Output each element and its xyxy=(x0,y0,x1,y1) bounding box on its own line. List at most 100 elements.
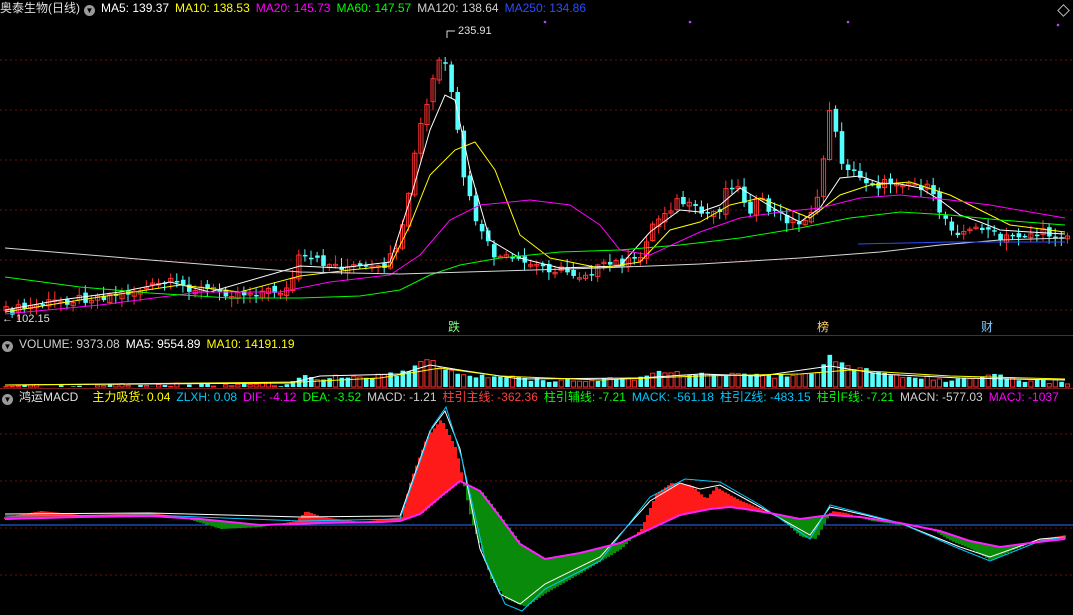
event-dot xyxy=(543,20,547,24)
volume-bar-down xyxy=(138,384,143,387)
volume-bar-up xyxy=(461,374,467,388)
candle-down xyxy=(449,64,454,93)
candle-down xyxy=(1010,234,1016,237)
candle-down xyxy=(839,131,845,164)
macd-fill xyxy=(682,484,685,515)
macd-fill xyxy=(823,515,826,525)
candle-down xyxy=(492,244,497,258)
macd-fill xyxy=(673,483,676,519)
macd-fill xyxy=(451,441,454,489)
volume-bar-down xyxy=(455,373,460,387)
event-dot xyxy=(1056,23,1060,27)
macd-fill xyxy=(655,494,658,527)
macd-fill xyxy=(310,513,313,524)
volume-bar-down xyxy=(992,373,997,387)
marker-bang[interactable]: 榜 xyxy=(817,318,829,335)
macd-fill xyxy=(652,501,655,529)
macd-fill xyxy=(487,500,490,570)
high-price-label: 235.91 xyxy=(458,25,492,37)
volume-bar-down xyxy=(919,378,924,387)
volume-bar-down xyxy=(1059,381,1064,387)
macd-fill xyxy=(520,544,523,605)
macd-fill xyxy=(448,435,451,491)
volume-bar-up xyxy=(1046,383,1052,388)
candle-down xyxy=(83,292,88,303)
candle-down xyxy=(937,191,942,213)
macd-fill xyxy=(433,428,436,503)
candle-down xyxy=(1022,235,1028,238)
volume-bar-down xyxy=(540,380,546,387)
volume-bar-down xyxy=(614,379,619,387)
volume-bar-down xyxy=(498,376,503,387)
macd-fill xyxy=(508,527,511,601)
candle-down xyxy=(955,232,961,235)
macd-fill xyxy=(994,545,997,559)
candle-down xyxy=(949,221,955,231)
macd-fill xyxy=(1003,546,1006,555)
volume-bar-down xyxy=(1004,378,1009,387)
volume-bar-down xyxy=(882,372,887,387)
macd-fill xyxy=(454,447,457,486)
volume-bar-up xyxy=(790,375,796,388)
volume-bar-up xyxy=(607,377,613,388)
volume-bar-down xyxy=(278,386,284,387)
volume-bar-up xyxy=(772,377,778,388)
candle-down xyxy=(705,212,711,214)
volume-bar-up xyxy=(101,385,107,388)
macd-fill xyxy=(718,488,721,509)
volume-panel: ▼ VOLUME: 9373.08 MA5: 9554.89 MA10: 14191.… xyxy=(0,336,1073,388)
volume-bar-down xyxy=(553,381,558,387)
marker-cai[interactable]: 财 xyxy=(981,318,993,335)
high-pointer xyxy=(446,30,455,38)
candle-down xyxy=(1034,234,1040,237)
volume-bar-down xyxy=(827,354,833,387)
volume-bar-up xyxy=(418,361,424,388)
macd-fill xyxy=(685,484,688,514)
volume-bar-down xyxy=(699,372,704,387)
macd-fill xyxy=(700,494,703,511)
volume-bar-up xyxy=(662,372,668,388)
volume-bar-down xyxy=(284,384,290,387)
volume-bar-down xyxy=(766,374,772,387)
macd-fill xyxy=(307,511,310,524)
macd-fill xyxy=(517,539,520,604)
volume-bar-up xyxy=(430,359,436,388)
macd-fill xyxy=(697,491,700,512)
candle-down xyxy=(22,302,27,309)
candle-down xyxy=(571,269,576,276)
volume-bar-down xyxy=(870,372,875,387)
macd-fill xyxy=(694,488,697,513)
volume-bar-up xyxy=(576,380,583,388)
event-dot xyxy=(846,20,850,24)
volume-bar-down xyxy=(528,380,534,387)
volume-bar-up xyxy=(583,380,589,388)
volume-bar-down xyxy=(784,376,790,387)
candlestick-chart: 235.91 ← 102.15 xyxy=(0,20,1073,325)
marker-die[interactable]: 跌 xyxy=(448,318,460,335)
macd-fill xyxy=(676,483,679,517)
volume-bar-down xyxy=(748,375,753,387)
volume-bar-up xyxy=(558,379,564,388)
macd-fill xyxy=(1000,547,1003,556)
macd-fill xyxy=(727,494,730,508)
volume-bar-up xyxy=(973,377,979,388)
macd-fill xyxy=(721,490,724,508)
macd-fill xyxy=(427,436,430,509)
macd-fill xyxy=(424,441,427,511)
macd-fill xyxy=(724,492,727,508)
macd-fill xyxy=(502,519,505,595)
macd-fill xyxy=(688,484,691,514)
volume-bar-down xyxy=(467,375,473,387)
macd-fill xyxy=(742,501,745,509)
volume-bar-up xyxy=(424,359,430,388)
candle-down xyxy=(864,178,869,184)
volume-bar-up xyxy=(717,374,723,388)
macd-fill xyxy=(313,514,316,524)
volume-bar-down xyxy=(1022,381,1028,387)
volume-bar-up xyxy=(650,372,656,388)
volume-bar-up xyxy=(143,385,150,388)
macd-fill xyxy=(706,497,709,510)
macd-fill xyxy=(997,546,1000,558)
macd-fill xyxy=(499,515,502,591)
dea-line xyxy=(4,479,1066,561)
